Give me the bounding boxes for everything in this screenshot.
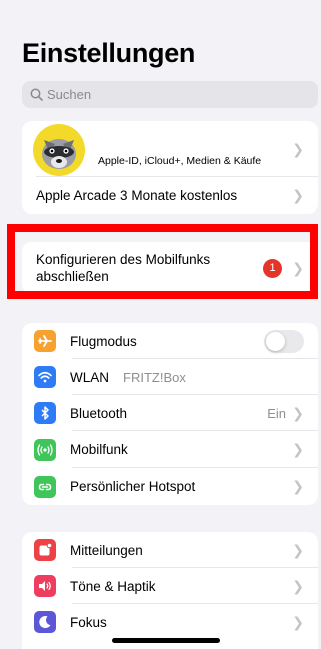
mitteilungen-label: Mitteilungen xyxy=(70,542,143,558)
search-field[interactable]: Suchen xyxy=(22,81,318,108)
toggle-knob xyxy=(266,331,285,351)
chevron-right-icon: ❯ xyxy=(292,441,304,457)
wlan-network-value: FRITZ!Box xyxy=(123,369,186,385)
page-title: Einstellungen xyxy=(22,38,196,68)
mobilfunk-row[interactable]: Mobilfunk ❯ xyxy=(22,431,318,468)
airplane-mode-label: Flugmodus xyxy=(70,333,137,349)
mobile-setup-line2: abschließen xyxy=(36,269,109,284)
focus-moon-icon xyxy=(34,611,56,633)
notifications-group: Mitteilungen ❯ Töne & Haptik ❯ Fokus ❯ xyxy=(22,532,318,649)
chevron-right-icon: ❯ xyxy=(292,577,304,594)
apple-arcade-label: Apple Arcade 3 Monate kostenlos xyxy=(36,188,238,203)
fokus-row[interactable]: Fokus ❯ xyxy=(22,604,318,640)
search-placeholder: Suchen xyxy=(47,87,92,102)
profile-group: Apple-ID, iCloud+, Medien & Käufe ❯ Appl… xyxy=(22,121,318,214)
toene-label: Töne & Haptik xyxy=(70,578,156,594)
hotspot-row[interactable]: Persönlicher Hotspot ❯ xyxy=(22,468,318,505)
notification-badge: 1 xyxy=(263,258,282,278)
avatar xyxy=(33,124,85,176)
chevron-right-icon: ❯ xyxy=(292,141,304,157)
airplane-mode-toggle[interactable] xyxy=(264,329,304,353)
mobile-setup-group: Konfigurieren des Mobilfunks abschließen… xyxy=(22,242,318,294)
mobile-setup-row[interactable]: Konfigurieren des Mobilfunks abschließen… xyxy=(22,242,318,294)
home-indicator[interactable] xyxy=(112,638,220,643)
bluetooth-value: Ein xyxy=(267,405,286,421)
wifi-icon xyxy=(34,366,56,388)
chevron-right-icon: ❯ xyxy=(292,187,304,203)
notifications-icon xyxy=(34,539,56,561)
chevron-right-icon: ❯ xyxy=(292,259,304,276)
chevron-right-icon: ❯ xyxy=(292,613,304,630)
bluetooth-icon xyxy=(34,402,56,424)
chevron-right-icon: ❯ xyxy=(292,404,304,421)
sound-icon xyxy=(34,575,56,597)
hotspot-icon xyxy=(34,475,56,498)
airplane-mode-row[interactable]: Flugmodus xyxy=(22,323,318,359)
airplane-icon xyxy=(34,330,56,352)
wlan-row[interactable]: WLAN FRITZ!Box xyxy=(22,359,318,395)
mitteilungen-row[interactable]: Mitteilungen ❯ xyxy=(22,532,318,568)
mobile-setup-line1: Konfigurieren des Mobilfunks xyxy=(36,252,211,267)
fokus-label: Fokus xyxy=(70,614,107,630)
apple-id-row[interactable]: Apple-ID, iCloud+, Medien & Käufe ❯ xyxy=(22,121,318,177)
hotspot-label: Persönlicher Hotspot xyxy=(70,479,196,494)
toene-row[interactable]: Töne & Haptik ❯ xyxy=(22,568,318,604)
connectivity-group: Flugmodus WLAN FRITZ!Box Bluetooth Ein ❯ xyxy=(22,323,318,505)
apple-id-subtitle: Apple-ID, iCloud+, Medien & Käufe xyxy=(98,155,262,167)
mobilfunk-label: Mobilfunk xyxy=(70,442,128,457)
apple-arcade-row[interactable]: Apple Arcade 3 Monate kostenlos ❯ xyxy=(22,177,318,214)
wlan-label: WLAN xyxy=(70,369,110,385)
bluetooth-label: Bluetooth xyxy=(70,405,128,421)
bluetooth-row[interactable]: Bluetooth Ein ❯ xyxy=(22,395,318,431)
chevron-right-icon: ❯ xyxy=(292,541,304,558)
cellular-icon xyxy=(34,438,56,461)
search-icon xyxy=(30,88,43,101)
chevron-right-icon: ❯ xyxy=(292,478,304,494)
